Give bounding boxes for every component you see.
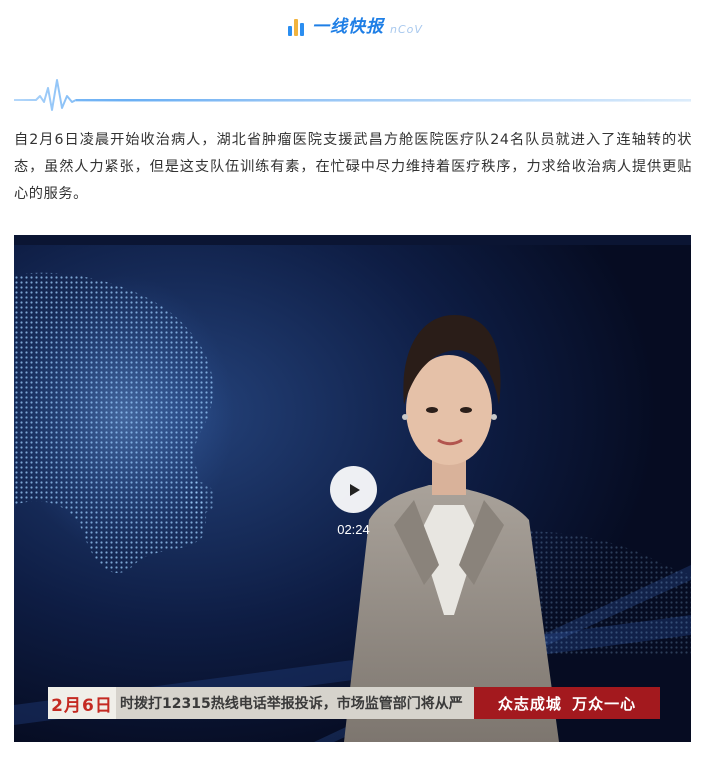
video-duration: 02:24	[337, 522, 370, 537]
video-player[interactable]: 02:24 2月6日 时拨打12315热线电话举报投诉，市场监管部门将从严 众志…	[14, 235, 691, 742]
lower-third-date: 2月6日	[48, 687, 116, 719]
news-lower-third: 2月6日 时拨打12315热线电话举报投诉，市场监管部门将从严 众志成城 万众一…	[48, 687, 660, 719]
section-header-inner: 一线快报 nCoV	[288, 18, 423, 36]
bar-chart-icon-bar	[294, 19, 299, 36]
bar-chart-icon-bar	[300, 23, 305, 36]
play-icon	[349, 483, 360, 496]
section-header: 一线快报 nCoV	[0, 10, 711, 44]
lower-third-slogan: 众志成城 万众一心	[474, 687, 660, 719]
bar-chart-icon	[288, 18, 305, 36]
bar-chart-icon-bar	[288, 26, 293, 36]
section-title: 一线快报	[312, 17, 385, 37]
lower-third-ticker: 时拨打12315热线电话举报投诉，市场监管部门将从严	[116, 687, 474, 719]
play-button[interactable]	[330, 466, 377, 513]
heartbeat-divider	[14, 79, 691, 111]
article-page: 一线快报 nCoV 自2月6日凌晨开始收治病人，湖北省肿瘤医院支援武昌方舱医院医…	[0, 0, 711, 761]
article-paragraph: 自2月6日凌晨开始收治病人，湖北省肿瘤医院支援武昌方舱医院医疗队24名队员就进入…	[14, 132, 692, 202]
section-subtitle: nCoV	[390, 23, 423, 36]
